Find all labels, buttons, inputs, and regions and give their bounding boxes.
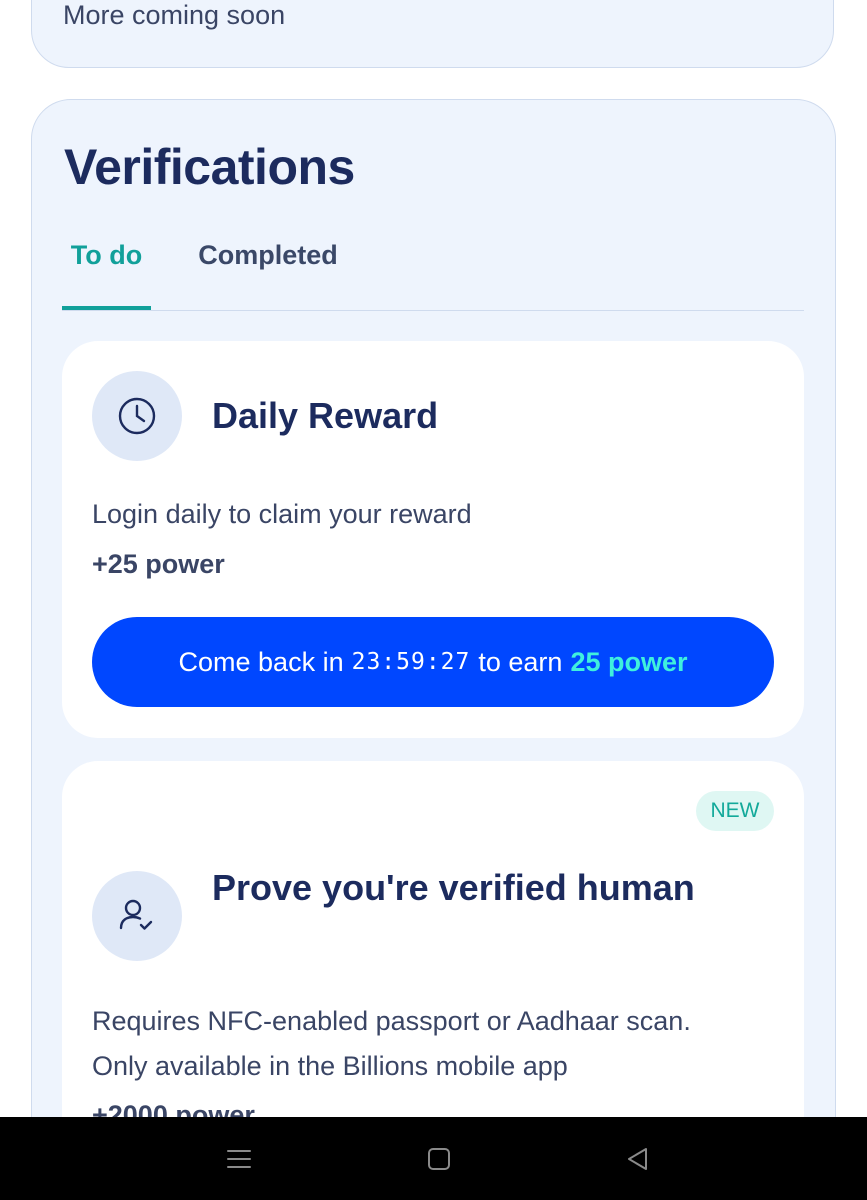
daily-reward-description: Login daily to claim your reward <box>92 499 472 529</box>
verified-human-card[interactable]: NEW Prove you're verified human Requires… <box>62 761 804 1158</box>
tab-to-do[interactable]: To do <box>62 240 151 310</box>
daily-reward-power: +25 power <box>92 549 225 579</box>
verified-human-description-2: Only available in the Billions mobile ap… <box>92 1051 568 1081</box>
home-square-icon[interactable] <box>399 1117 479 1200</box>
clock-icon <box>92 371 182 461</box>
claim-reward-button[interactable]: Come back in 23:59:27 to earn 25 power <box>92 617 774 707</box>
countdown-timer: 23:59:27 <box>351 649 471 675</box>
page-title: Verifications <box>64 139 355 195</box>
menu-icon[interactable] <box>199 1117 279 1200</box>
new-badge: NEW <box>696 791 774 831</box>
daily-reward-title: Daily Reward <box>212 395 439 436</box>
verified-human-description-1: Requires NFC-enabled passport or Aadhaar… <box>92 1006 691 1036</box>
verifications-section: Verifications To do Completed Daily Rewa… <box>31 99 836 1159</box>
verified-human-title: Prove you're verified human <box>212 867 695 908</box>
coming-soon-text: More coming soon <box>63 0 286 30</box>
cta-middle: to earn <box>478 646 563 677</box>
cta-prefix: Come back in <box>178 646 344 677</box>
tab-completed[interactable]: Completed <box>188 240 348 310</box>
user-check-icon <box>92 871 182 961</box>
coming-soon-card: More coming soon <box>31 0 834 68</box>
system-navigation-bar <box>0 1117 867 1200</box>
tab-bar: To do Completed <box>62 230 804 311</box>
cta-reward: 25 power <box>570 646 688 677</box>
daily-reward-card: Daily Reward Login daily to claim your r… <box>62 341 804 738</box>
back-triangle-icon[interactable] <box>598 1117 678 1200</box>
